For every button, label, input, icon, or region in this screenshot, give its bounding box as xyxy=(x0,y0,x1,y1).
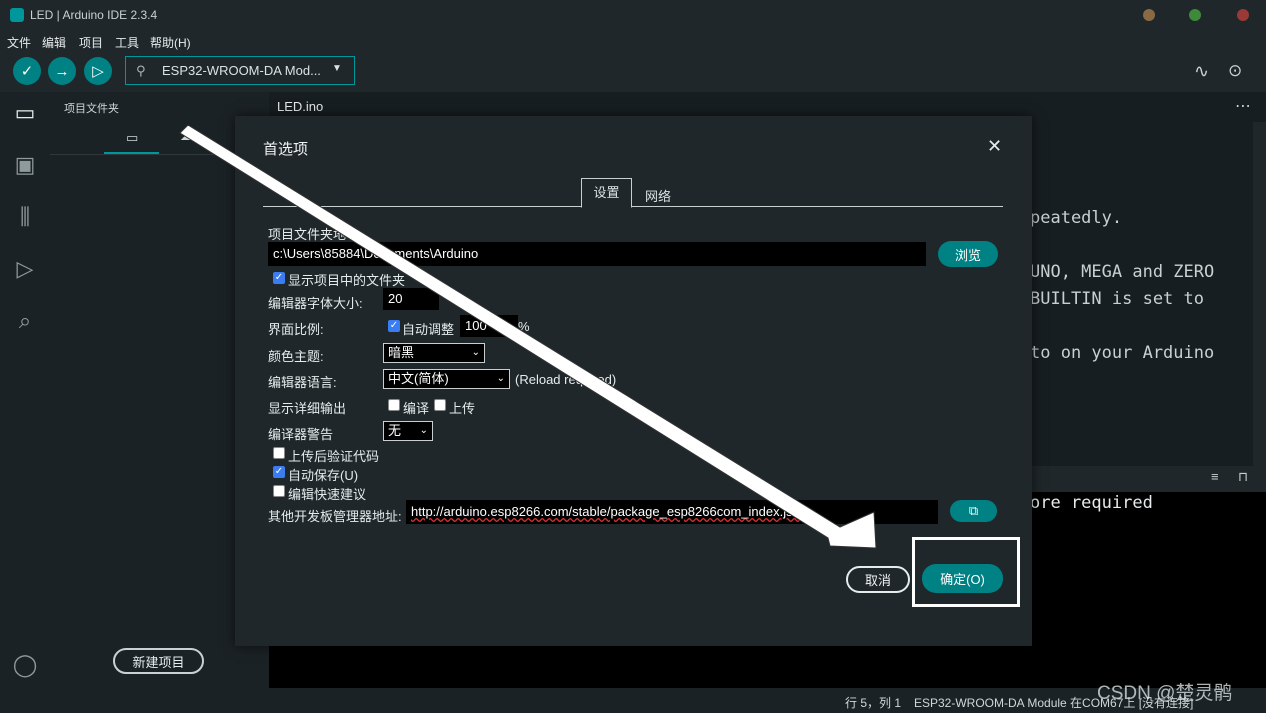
arrow-shape xyxy=(179,124,877,549)
annotation-arrow xyxy=(179,124,877,549)
